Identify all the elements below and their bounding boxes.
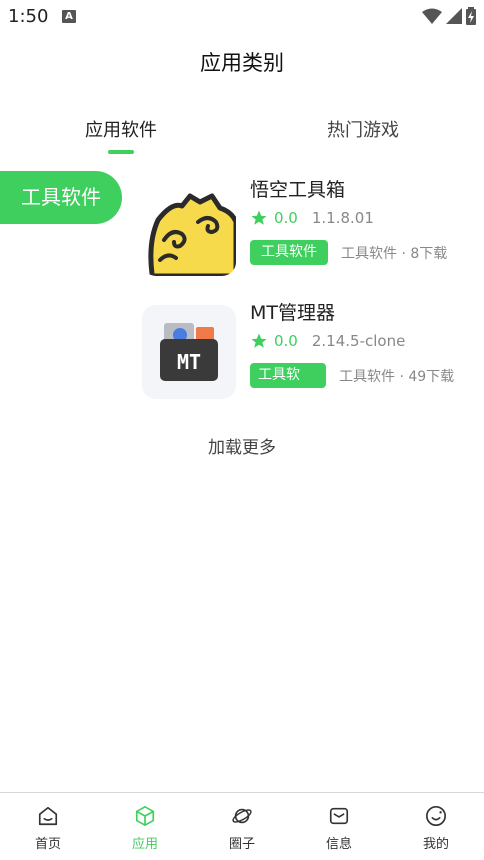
category-tools-pill[interactable]: 工具软件	[0, 171, 122, 224]
star-icon	[251, 333, 267, 348]
home-icon	[38, 806, 58, 826]
tab-indicator	[108, 150, 134, 154]
nav-apps[interactable]: 应用	[97, 793, 193, 860]
app-list-item[interactable]: MT MT管理器 0.0 2.14.5-clone 工具软 工具软件 · 49下…	[142, 295, 472, 405]
message-icon	[329, 807, 349, 825]
nav-label: 信息	[325, 837, 352, 852]
app-list-item[interactable]: 悟空工具箱 0.0 1.1.8.01 工具软件 工具软件 · 8下载	[142, 172, 472, 282]
smile-icon	[426, 806, 446, 826]
category-tag: 工具软	[250, 363, 326, 388]
bottom-nav: 首页 应用 圈子 信息 我的	[0, 792, 484, 860]
wifi-icon	[422, 8, 442, 24]
rating-value: 0.0	[274, 209, 298, 227]
nav-label: 圈子	[228, 837, 255, 852]
rating-row: 0.0 2.14.5-clone	[250, 332, 405, 350]
nav-label: 首页	[34, 837, 61, 852]
app-name: 悟空工具箱	[250, 179, 346, 201]
category-tabs: 应用软件 热门游戏	[0, 116, 484, 156]
tab-apps[interactable]: 应用软件	[0, 116, 242, 142]
page-title: 应用类别	[200, 51, 284, 75]
nav-circle[interactable]: 圈子	[194, 793, 290, 860]
mt-manager-icon: MT	[142, 305, 236, 399]
app-version: 2.14.5-clone	[311, 332, 406, 350]
status-time: 1:50	[8, 6, 49, 27]
signal-icon	[446, 8, 462, 24]
wukong-toolbox-icon	[142, 182, 236, 276]
app-name: MT管理器	[250, 302, 335, 324]
app-version: 1.1.8.01	[311, 209, 374, 227]
app-meta: 工具软件 · 49下载	[339, 369, 455, 385]
nav-label: 应用	[131, 837, 158, 852]
mt-icon-text: MT	[177, 350, 201, 374]
rating-value: 0.0	[274, 332, 298, 350]
nav-label: 我的	[422, 837, 449, 852]
category-tag: 工具软件	[250, 240, 328, 265]
rating-row: 0.0 1.1.8.01	[250, 209, 374, 227]
status-icons	[422, 7, 476, 25]
nav-mine[interactable]: 我的	[388, 793, 484, 860]
star-icon	[251, 210, 267, 225]
tab-hot-games[interactable]: 热门游戏	[242, 116, 484, 142]
status-bar: 1:50 A	[0, 0, 484, 34]
nav-messages[interactable]: 信息	[291, 793, 387, 860]
battery-icon	[466, 7, 476, 25]
notification-a-icon: A	[62, 10, 76, 23]
nav-home[interactable]: 首页	[0, 793, 96, 860]
app-meta: 工具软件 · 8下载	[341, 246, 448, 262]
cube-icon	[135, 806, 155, 826]
load-more-button[interactable]: 加载更多	[0, 433, 484, 458]
planet-icon	[232, 808, 252, 824]
